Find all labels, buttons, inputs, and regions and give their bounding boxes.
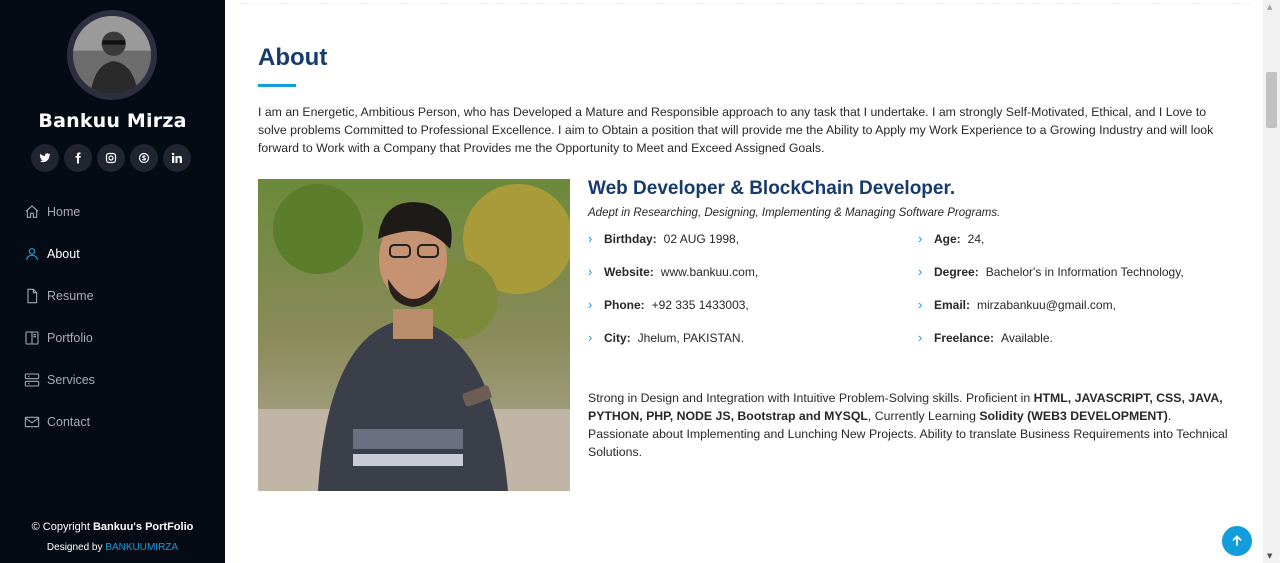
tagline: Adept in Researching, Designing, Impleme… — [588, 207, 1001, 219]
scroll-down-arrow-icon[interactable]: ▼ — [1267, 552, 1272, 560]
fact-age: › Age: 24, — [918, 231, 984, 246]
fact-label: Degree: — [934, 264, 979, 279]
fact-value: 24, — [967, 231, 985, 246]
designed-by: Designed by BANKUUMIRZA — [0, 542, 225, 553]
fact-label: Age: — [934, 231, 961, 246]
nav-label: About — [47, 247, 80, 261]
file-icon — [24, 288, 40, 304]
fact-birthday: › Birthday: 02 AUG 1998, — [588, 231, 739, 246]
chevron-right-icon: › — [588, 297, 593, 312]
profile-name: Bankuu Mirza — [38, 110, 187, 132]
fact-website: › Website: www.bankuu.com, — [588, 264, 758, 279]
chevron-right-icon: › — [918, 231, 923, 246]
fact-freelance: › Freelance: Available. — [918, 330, 1053, 345]
linkedin-icon — [171, 152, 182, 163]
chevron-right-icon: › — [588, 330, 593, 345]
sidebar: Bankuu Mirza Home About Resume Portfolio… — [0, 0, 225, 563]
top-divider — [240, 0, 1250, 4]
facebook-link[interactable] — [64, 144, 92, 172]
nav-item-about[interactable]: About — [0, 233, 225, 275]
fact-value: Available. — [1001, 330, 1053, 345]
fact-label: City: — [604, 330, 631, 345]
nav-label: Home — [47, 205, 81, 219]
skype-icon — [138, 152, 150, 164]
book-icon — [24, 330, 40, 346]
about-details: Web Developer & BlockChain Developer. Ad… — [588, 178, 1238, 459]
desc-text: Strong in Design and Integration with In… — [588, 391, 1034, 405]
page-scrollbar[interactable]: ▲ ▼ — [1263, 0, 1280, 563]
title-underline — [258, 84, 296, 87]
profile-photo — [258, 179, 570, 491]
facts: › Birthday: 02 AUG 1998, › Website: www.… — [588, 225, 1238, 345]
nav-item-resume[interactable]: Resume — [0, 275, 225, 317]
fact-value: www.bankuu.com, — [660, 264, 759, 279]
section-title: About — [258, 44, 328, 71]
server-icon — [24, 372, 40, 388]
main-content: About I am an Energetic, Ambitious Perso… — [225, 0, 1263, 563]
fact-phone: › Phone: +92 335 1433003, — [588, 297, 749, 312]
copyright-prefix: © Copyright — [31, 521, 90, 533]
designer-link[interactable]: BANKUUMIRZA — [105, 542, 178, 553]
scroll-thumb[interactable] — [1266, 72, 1277, 128]
chevron-right-icon: › — [588, 231, 593, 246]
copyright: © Copyright Bankuu's PortFolio — [0, 521, 225, 533]
chevron-right-icon: › — [918, 264, 923, 279]
fact-value: mirzabankuu@gmail.com, — [977, 297, 1116, 312]
nav-label: Contact — [47, 415, 91, 429]
desc-learning: Solidity (WEB3 DEVELOPMENT) — [979, 409, 1168, 423]
home-icon — [24, 204, 40, 220]
envelope-icon — [24, 414, 40, 430]
about-intro: I am an Energetic, Ambitious Person, who… — [258, 105, 1214, 155]
skype-link[interactable] — [130, 144, 158, 172]
chevron-right-icon: › — [588, 264, 593, 279]
nav-label: Portfolio — [47, 331, 93, 345]
designed-prefix: Designed by — [46, 542, 103, 553]
fact-label: Phone: — [604, 297, 645, 312]
main-nav: Home About Resume Portfolio Services Con… — [0, 191, 225, 443]
skills-description: Strong in Design and Integration with In… — [588, 389, 1228, 461]
role-title: Web Developer & BlockChain Developer. — [588, 178, 956, 199]
fact-label: Freelance: — [934, 330, 995, 345]
instagram-link[interactable] — [97, 144, 125, 172]
arrow-up-icon — [1232, 535, 1242, 546]
fact-value: Bachelor's in Information Technology, — [985, 264, 1184, 279]
profile-avatar — [67, 10, 157, 100]
nav-item-home[interactable]: Home — [0, 191, 225, 233]
fact-label: Birthday: — [604, 231, 657, 246]
nav-item-contact[interactable]: Contact — [0, 401, 225, 443]
scroll-up-arrow-icon[interactable]: ▲ — [1267, 3, 1272, 11]
linkedin-link[interactable] — [163, 144, 191, 172]
person-icon — [24, 246, 40, 262]
social-links — [31, 144, 191, 172]
instagram-icon — [105, 152, 117, 164]
facebook-icon — [75, 152, 81, 164]
back-to-top-button[interactable] — [1222, 526, 1252, 556]
nav-label: Services — [47, 373, 95, 387]
fact-degree: › Degree: Bachelor's in Information Tech… — [918, 264, 1184, 279]
chevron-right-icon: › — [918, 297, 923, 312]
chevron-right-icon: › — [918, 330, 923, 345]
fact-label: Email: — [934, 297, 971, 312]
fact-value: 02 AUG 1998, — [663, 231, 740, 246]
nav-label: Resume — [47, 289, 94, 303]
desc-text: , Currently Learning — [867, 409, 980, 423]
copyright-name: Bankuu's PortFolio — [92, 521, 194, 533]
nav-item-services[interactable]: Services — [0, 359, 225, 401]
fact-value: Jhelum, PAKISTAN. — [637, 330, 744, 345]
twitter-link[interactable] — [31, 144, 59, 172]
nav-item-portfolio[interactable]: Portfolio — [0, 317, 225, 359]
fact-city: › City: Jhelum, PAKISTAN. — [588, 330, 744, 345]
fact-email: › Email: mirzabankuu@gmail.com, — [918, 297, 1116, 312]
fact-label: Website: — [604, 264, 654, 279]
twitter-icon — [39, 153, 51, 163]
fact-value: +92 335 1433003, — [651, 297, 749, 312]
